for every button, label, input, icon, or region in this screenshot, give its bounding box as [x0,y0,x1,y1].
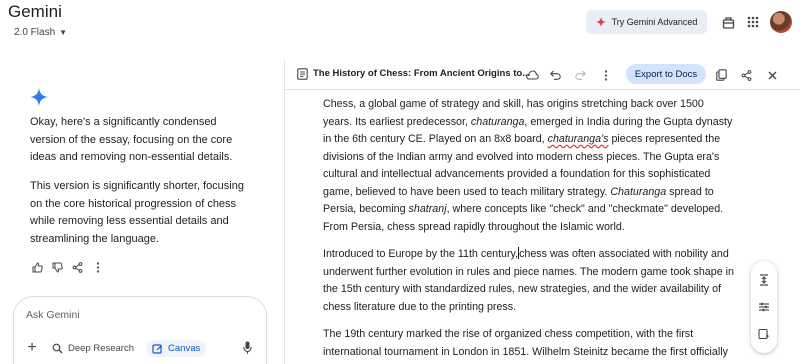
deep-research-label: Deep Research [68,342,135,354]
close-icon[interactable] [763,66,781,84]
edit-sparkle-icon[interactable] [757,327,771,341]
try-advanced-label: Try Gemini Advanced [611,17,698,27]
sparkle-icon [595,17,606,27]
prompt-input-box[interactable]: Ask Gemini + Deep Research Canvas [13,296,267,364]
copy-icon[interactable] [712,66,730,84]
add-icon[interactable]: + [24,339,40,357]
model-selector[interactable]: 2.0 Flash ▼ [8,24,73,40]
prompt-input[interactable]: Ask Gemini [26,309,80,321]
canvas-button[interactable]: Canvas [146,339,207,357]
canvas-label: Canvas [168,342,201,354]
gift-icon[interactable] [718,12,738,32]
deep-research-icon [52,343,63,353]
tune-icon[interactable] [757,300,771,314]
input-toolbar: + Deep Research Canvas [24,339,207,357]
app-title: Gemini [8,2,62,21]
canvas-icon [152,343,162,354]
try-advanced-button[interactable]: Try Gemini Advanced [586,10,707,34]
document-title: The History of Chess: From Ancient Origi… [313,68,531,79]
canvas-pane: The History of Chess: From Ancient Origi… [284,60,800,364]
gemini-sparkle-icon [30,88,48,106]
canvas-header: The History of Chess: From Ancient Origi… [285,60,800,90]
mic-icon[interactable] [243,341,252,359]
thumbs-up-icon[interactable] [30,260,45,275]
response-paragraph: Okay, here's a significantly condensed v… [30,116,233,163]
document-paragraph: Introduced to Europe by the 11th century… [323,247,734,313]
document-icon [297,68,308,80]
response-actions [30,260,105,275]
export-to-docs-button[interactable]: Export to Docs [626,64,706,84]
undo-icon[interactable] [546,66,564,84]
share-icon[interactable] [70,260,85,275]
chevron-down-icon: ▼ [59,27,68,37]
thumbs-down-icon[interactable] [50,260,65,275]
adjust-length-icon[interactable] [757,273,771,287]
edit-tools-panel [751,261,777,353]
response-paragraph: This version is significantly shorter, f… [30,180,244,245]
apps-grid-icon[interactable] [743,12,763,32]
more-vert-icon[interactable] [597,66,615,84]
redo-icon[interactable] [571,66,589,84]
document-paragraph: Chess, a global game of strategy and ski… [323,98,733,233]
deep-research-button[interactable]: Deep Research [46,340,140,357]
document-body[interactable]: Chess, a global game of strategy and ski… [323,96,735,364]
share-icon[interactable] [737,66,755,84]
document-paragraph: The 19th century marked the rise of orga… [323,328,728,358]
model-label: 2.0 Flash [14,26,56,38]
more-vert-icon[interactable] [90,260,105,275]
avatar[interactable] [770,11,792,33]
cloud-saved-icon[interactable] [523,66,541,84]
